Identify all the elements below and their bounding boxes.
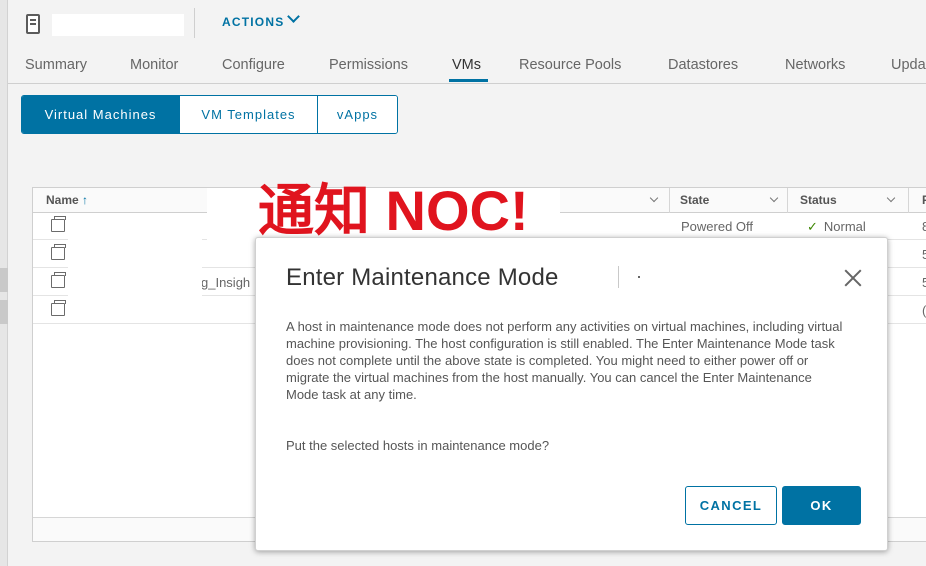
row-state: Powered Off <box>681 219 754 234</box>
dialog-message: A host in maintenance mode does not perf… <box>286 319 843 402</box>
noc-annotation: 通知 NOC! <box>258 179 529 242</box>
title-divider <box>618 266 619 288</box>
tab-configure[interactable]: Configure <box>222 57 285 73</box>
column-header-extra[interactable]: P <box>922 193 926 207</box>
chevron-down-icon[interactable] <box>649 193 659 203</box>
actions-menu-button[interactable]: ACTIONS <box>222 15 284 29</box>
cancel-button[interactable]: CANCEL <box>685 486 777 525</box>
dialog-title: Enter Maintenance Mode <box>286 264 559 291</box>
active-tab-indicator <box>449 79 488 82</box>
sort-ascending-icon[interactable]: ↑ <box>82 193 88 207</box>
redacted-vm-names <box>68 216 202 322</box>
vm-icon <box>51 244 66 260</box>
object-header: ACTIONS <box>8 0 926 48</box>
chevron-down-icon[interactable] <box>769 193 779 203</box>
column-header-state[interactable]: State <box>680 193 709 207</box>
column-separator[interactable] <box>908 188 909 213</box>
close-icon[interactable] <box>842 267 864 289</box>
row-status: ✓ Normal <box>807 219 866 235</box>
tab-updates[interactable]: Upda <box>891 57 926 73</box>
row-extra: 5 <box>922 247 926 262</box>
segment-virtual-machines[interactable]: Virtual Machines <box>22 96 180 133</box>
redacted-host-name <box>52 14 184 36</box>
left-gutter <box>0 0 8 566</box>
vm-type-segmented-control: Virtual Machines VM Templates vApps <box>21 95 398 134</box>
tab-summary[interactable]: Summary <box>25 57 87 73</box>
column-header-status[interactable]: Status <box>800 193 837 207</box>
vm-icon <box>51 300 66 316</box>
tab-datastores[interactable]: Datastores <box>668 57 738 73</box>
header-divider <box>194 8 195 38</box>
column-name-label: Name <box>46 193 79 207</box>
tab-permissions[interactable]: Permissions <box>329 57 408 73</box>
segment-vm-templates[interactable]: VM Templates <box>180 96 318 133</box>
chevron-down-icon[interactable] <box>287 10 300 23</box>
column-separator[interactable] <box>669 188 670 213</box>
row-name-fragment[interactable]: g_Insigh <box>201 275 250 290</box>
row-extra: 5 <box>922 275 926 290</box>
tab-resource-pools[interactable]: Resource Pools <box>519 57 621 73</box>
gutter-marker <box>0 300 8 324</box>
vm-icon <box>51 272 66 288</box>
chevron-down-icon[interactable] <box>886 193 896 203</box>
gutter-marker <box>0 268 8 292</box>
redacted-host-subtitle <box>638 276 640 278</box>
row-extra: 8 <box>922 219 926 234</box>
tab-vms[interactable]: VMs <box>452 57 481 73</box>
host-icon <box>26 14 40 34</box>
column-header-name[interactable]: Name ↑ <box>46 193 88 207</box>
tab-networks[interactable]: Networks <box>785 57 845 73</box>
vm-icon <box>51 216 66 232</box>
ok-button[interactable]: OK <box>782 486 861 525</box>
dialog-question: Put the selected hosts in maintenance mo… <box>286 438 550 453</box>
row-extra: ( <box>922 303 926 318</box>
column-separator[interactable] <box>787 188 788 213</box>
tab-monitor[interactable]: Monitor <box>130 57 178 73</box>
row-status-label: Normal <box>823 219 866 234</box>
check-icon: ✓ <box>807 219 818 234</box>
segment-vapps[interactable]: vApps <box>318 96 397 133</box>
maintenance-mode-dialog: Enter Maintenance Mode A host in mainten… <box>255 237 888 551</box>
tab-bar: Summary Monitor Configure Permissions VM… <box>8 48 926 84</box>
